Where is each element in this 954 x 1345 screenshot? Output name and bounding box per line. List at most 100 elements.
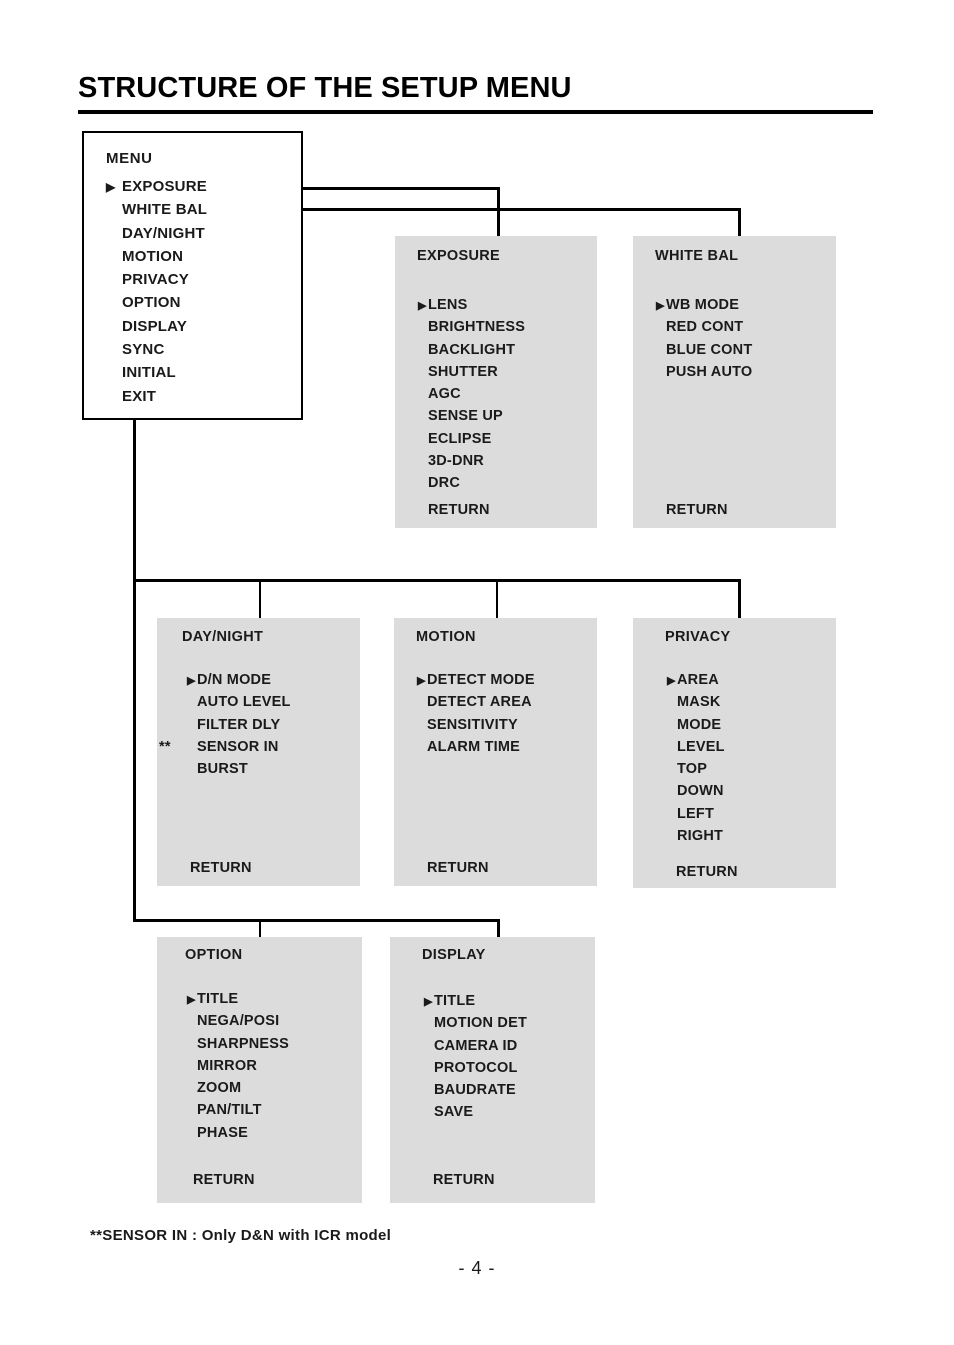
menu-item-display[interactable]: DISPLAY: [106, 315, 207, 338]
submenu-item-label: DOWN: [677, 783, 724, 800]
menu-item-initial[interactable]: INITIAL: [106, 361, 207, 384]
submenu-item-title[interactable]: ▶TITLE: [187, 988, 289, 1010]
submenu-item-detect-mode[interactable]: ▶DETECT MODE: [417, 669, 535, 691]
submenu-item-area[interactable]: ▶AREA: [667, 669, 725, 691]
submenu-item-label: RED CONT: [666, 319, 744, 336]
selection-caret-icon: ▶: [106, 180, 116, 194]
submenu-item-label: DETECT MODE: [427, 672, 535, 688]
menu-item-option[interactable]: OPTION: [106, 291, 207, 314]
title-underline-rule: [78, 110, 873, 114]
panel-display-return[interactable]: RETURN: [433, 1172, 495, 1188]
connector-tier2-drop-motion: [496, 579, 498, 618]
submenu-item-label: ZOOM: [197, 1080, 242, 1097]
panel-motion-return[interactable]: RETURN: [427, 860, 489, 876]
submenu-item-camera-id[interactable]: CAMERA ID: [424, 1035, 527, 1057]
panel-privacy-return[interactable]: RETURN: [676, 864, 738, 880]
submenu-item-sensor-in[interactable]: ** SENSOR IN: [159, 736, 291, 758]
submenu-item-phase[interactable]: PHASE: [187, 1122, 289, 1144]
page-number: - 4 -: [458, 1258, 496, 1278]
connector-tier1-vertical-riser: [497, 187, 500, 210]
submenu-item-label: BAUDRATE: [434, 1082, 516, 1099]
panel-white-bal-return[interactable]: RETURN: [666, 502, 728, 518]
submenu-item-sensitivity[interactable]: SENSITIVITY: [417, 714, 535, 736]
submenu-item-down[interactable]: DOWN: [667, 780, 725, 802]
submenu-item-label: MODE: [677, 716, 722, 733]
panel-day-night-item-list: ▶D/N MODE AUTO LEVEL FILTER DLY ** SENSOR…: [159, 669, 291, 780]
submenu-item-label: MOTION DET: [434, 1015, 528, 1032]
menu-item-day-night[interactable]: DAY/NIGHT: [106, 222, 207, 245]
submenu-item-sense-up[interactable]: SENSE UP: [418, 405, 525, 427]
submenu-item-label: SAVE: [434, 1104, 474, 1121]
menu-item-exposure[interactable]: ▶ EXPOSURE: [106, 175, 207, 198]
submenu-item-lens[interactable]: ▶LENS: [418, 294, 525, 316]
submenu-item-3d-dnr[interactable]: 3D-DNR: [418, 450, 525, 472]
panel-option-return[interactable]: RETURN: [193, 1172, 255, 1188]
connector-tier1-drop-exposure: [497, 208, 500, 237]
submenu-item-push-auto[interactable]: PUSH AUTO: [656, 361, 752, 383]
submenu-item-mode[interactable]: MODE: [667, 714, 725, 736]
submenu-item-top[interactable]: TOP: [667, 758, 725, 780]
selection-caret-icon: ▶: [424, 996, 433, 1008]
submenu-item-shutter[interactable]: SHUTTER: [418, 361, 525, 383]
submenu-item-mirror[interactable]: MIRROR: [187, 1055, 289, 1077]
submenu-item-nega-posi[interactable]: NEGA/POSI: [187, 1010, 289, 1032]
submenu-item-alarm-time[interactable]: ALARM TIME: [417, 736, 535, 758]
submenu-item-wb-mode[interactable]: ▶WB MODE: [656, 294, 752, 316]
submenu-item-save[interactable]: SAVE: [424, 1101, 527, 1123]
submenu-item-protocol[interactable]: PROTOCOL: [424, 1057, 527, 1079]
selection-caret-icon: ▶: [187, 994, 196, 1006]
panel-exposure-item-list: ▶LENS BRIGHTNESS BACKLIGHT SHUTTER AGC S…: [418, 294, 525, 495]
submenu-item-baudrate[interactable]: BAUDRATE: [424, 1079, 527, 1101]
submenu-item-label: SHUTTER: [428, 363, 498, 380]
submenu-item-label: ALARM TIME: [427, 738, 521, 755]
submenu-item-auto-level[interactable]: AUTO LEVEL: [187, 691, 291, 713]
submenu-item-drc[interactable]: DRC: [418, 472, 525, 494]
submenu-item-blue-cont[interactable]: BLUE CONT: [656, 339, 752, 361]
submenu-item-label: ECLIPSE: [428, 430, 492, 447]
submenu-item-sharpness[interactable]: SHARPNESS: [187, 1033, 289, 1055]
submenu-item-label: BURST: [197, 761, 248, 778]
selection-caret-icon: ▶: [417, 675, 426, 687]
menu-root-item-list: ▶ EXPOSURE WHITE BAL DAY/NIGHT MOTION PRI…: [106, 175, 207, 408]
panel-privacy-title: PRIVACY: [665, 629, 731, 645]
panel-privacy-item-list: ▶AREA MASK MODE LEVEL TOP DOWN LEFT RIGH…: [667, 669, 725, 847]
menu-item-sync[interactable]: SYNC: [106, 338, 207, 361]
panel-display-item-list: ▶TITLE MOTION DET CAMERA ID PROTOCOL BAU…: [424, 990, 527, 1124]
submenu-item-brightness[interactable]: BRIGHTNESS: [418, 316, 525, 338]
submenu-item-label: NEGA/POSI: [197, 1013, 280, 1030]
submenu-item-motion-det[interactable]: MOTION DET: [424, 1012, 527, 1034]
submenu-item-right[interactable]: RIGHT: [667, 825, 725, 847]
submenu-item-detect-area[interactable]: DETECT AREA: [417, 691, 535, 713]
menu-item-white-bal[interactable]: WHITE BAL: [106, 198, 207, 221]
submenu-item-label: PUSH AUTO: [666, 363, 753, 380]
submenu-item-dn-mode[interactable]: ▶D/N MODE: [187, 669, 291, 691]
submenu-item-burst[interactable]: BURST: [187, 758, 291, 780]
connector-tier2-horizontal-bus: [133, 579, 741, 582]
submenu-item-mask[interactable]: MASK: [667, 691, 725, 713]
submenu-item-level[interactable]: LEVEL: [667, 736, 725, 758]
menu-root-title: MENU: [106, 150, 153, 167]
menu-item-motion[interactable]: MOTION: [106, 245, 207, 268]
panel-day-night-return[interactable]: RETURN: [190, 860, 252, 876]
menu-item-exit[interactable]: EXIT: [106, 385, 207, 408]
panel-option-title: OPTION: [185, 947, 243, 963]
submenu-item-label: PAN/TILT: [197, 1102, 262, 1119]
submenu-item-agc[interactable]: AGC: [418, 383, 525, 405]
submenu-item-label: DETECT AREA: [427, 694, 532, 711]
submenu-item-filter-dly[interactable]: FILTER DLY: [187, 714, 291, 736]
submenu-item-left[interactable]: LEFT: [667, 803, 725, 825]
submenu-item-label: RIGHT: [677, 828, 724, 845]
submenu-item-red-cont[interactable]: RED CONT: [656, 316, 752, 338]
submenu-item-label: BRIGHTNESS: [428, 319, 526, 336]
submenu-item-pan-tilt[interactable]: PAN/TILT: [187, 1099, 289, 1121]
submenu-item-eclipse[interactable]: ECLIPSE: [418, 428, 525, 450]
panel-white-bal: WHITE BAL ▶WB MODE RED CONT BLUE CONT PU…: [633, 236, 836, 528]
submenu-item-title[interactable]: ▶TITLE: [424, 990, 527, 1012]
panel-exposure-return[interactable]: RETURN: [428, 502, 490, 518]
submenu-item-label: BLUE CONT: [666, 341, 753, 358]
menu-item-privacy[interactable]: PRIVACY: [106, 268, 207, 291]
submenu-item-backlight[interactable]: BACKLIGHT: [418, 339, 525, 361]
panel-white-bal-title: WHITE BAL: [655, 248, 739, 264]
submenu-item-label: SHARPNESS: [197, 1035, 290, 1052]
submenu-item-zoom[interactable]: ZOOM: [187, 1077, 289, 1099]
